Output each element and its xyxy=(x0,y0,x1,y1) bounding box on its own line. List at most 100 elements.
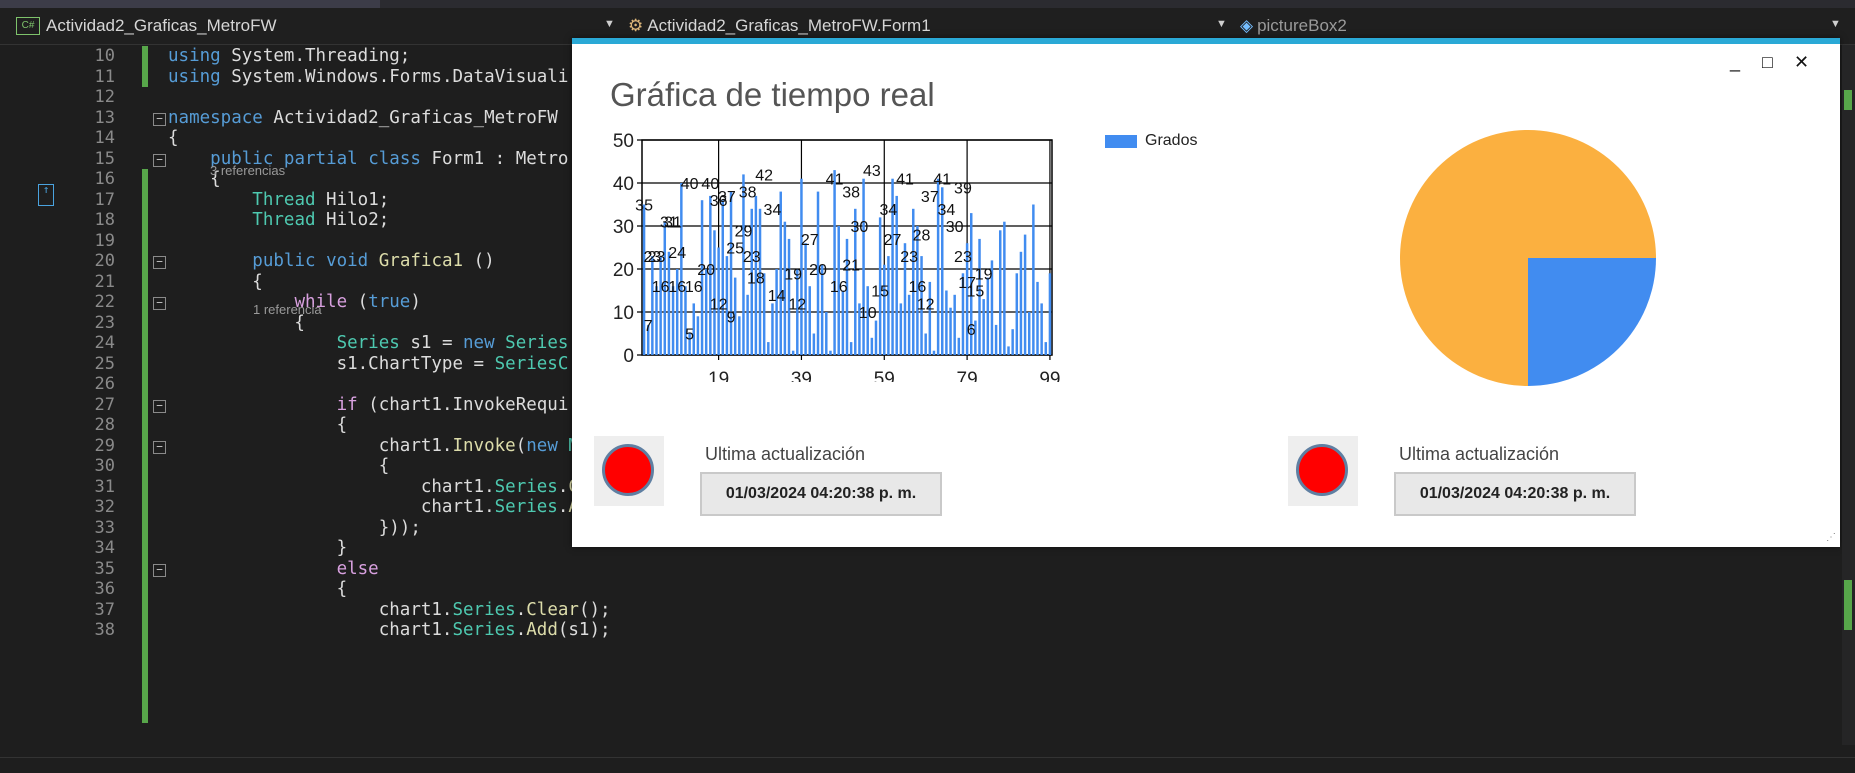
code-line[interactable]: chart1.Series.Add(s1); xyxy=(168,620,611,640)
data-label: 16 xyxy=(830,279,848,296)
x-tick-label: 79 xyxy=(957,369,978,382)
data-label: 29 xyxy=(735,223,753,240)
bar xyxy=(998,230,1002,355)
minimize-button[interactable]: _ xyxy=(1730,52,1740,73)
fold-toggle-icon[interactable]: − xyxy=(153,399,166,413)
code-line[interactable]: { xyxy=(168,272,263,292)
code-line[interactable]: using System.Windows.Forms.DataVisuali xyxy=(168,67,568,87)
last-update-value-left: 01/03/2024 04:20:38 p. m. xyxy=(700,472,942,516)
bar xyxy=(1040,303,1043,355)
code-line[interactable]: { xyxy=(168,579,348,599)
code-line[interactable]: Series s1 = new Series xyxy=(168,333,569,353)
bar xyxy=(808,286,811,355)
codelens-references[interactable]: 3 referencias xyxy=(210,163,285,178)
data-label: 10 xyxy=(859,305,877,322)
x-tick-label: 39 xyxy=(791,369,812,382)
code-line[interactable]: { xyxy=(168,415,348,435)
form1-window: Gráfica de tiempo real _ □ ✕ 0 10 20 30 40 50… xyxy=(572,38,1840,547)
close-button[interactable]: ✕ xyxy=(1794,52,1809,73)
fold-toggle-icon[interactable]: − xyxy=(153,297,166,310)
code-line[interactable]: namespace Actividad2_Graficas_MetroFW xyxy=(168,108,558,128)
maximize-button[interactable]: □ xyxy=(1762,52,1773,73)
legend-swatch xyxy=(1105,134,1137,148)
chevron-down-icon[interactable]: ▼ xyxy=(1830,18,1841,30)
fold-toggle-icon[interactable]: − xyxy=(153,256,166,269)
data-label: 38 xyxy=(739,185,757,202)
data-label: 34 xyxy=(880,202,898,219)
data-label: 9 xyxy=(727,309,736,326)
chevron-down-icon[interactable]: ▼ xyxy=(1216,18,1227,30)
line-number: 13 xyxy=(94,107,115,128)
bar xyxy=(883,264,886,355)
field-icon: ◈ xyxy=(1240,16,1254,35)
code-line[interactable]: s1.ChartType = SeriesC xyxy=(168,354,569,374)
vertical-scrollbar[interactable] xyxy=(1842,45,1855,745)
code-line[interactable]: using System.Threading; xyxy=(168,46,410,66)
line-number: 35 xyxy=(94,558,115,579)
chevron-down-icon[interactable]: ▼ xyxy=(604,18,615,30)
bar xyxy=(928,281,932,355)
y-tick-label: 30 xyxy=(613,217,634,238)
y-tick-label: 20 xyxy=(613,260,634,281)
line-number: 15 xyxy=(94,148,115,169)
line-number: 20 xyxy=(94,251,115,271)
data-label: 12 xyxy=(788,296,806,313)
bar xyxy=(982,299,985,355)
data-label: 30 xyxy=(946,219,964,236)
bar xyxy=(696,316,700,355)
data-label: 21 xyxy=(842,258,860,275)
last-update-value-right: 01/03/2024 04:20:38 p. m. xyxy=(1394,472,1636,516)
data-label: 39 xyxy=(954,180,972,197)
code-line[interactable]: } xyxy=(168,538,348,558)
bar xyxy=(845,238,849,355)
bar xyxy=(812,333,816,355)
code-line[interactable]: { xyxy=(168,456,390,476)
code-line[interactable]: if (chart1.InvokeRequi xyxy=(168,395,569,415)
fold-toggle-icon[interactable]: − xyxy=(153,112,166,126)
line-number: 18 xyxy=(94,210,115,230)
data-label: 23 xyxy=(648,249,666,266)
y-tick-label: 40 xyxy=(613,174,634,195)
class-dropdown-label: Actividad2_Graficas_MetroFW.Form1 xyxy=(647,16,931,35)
resize-grip-icon[interactable]: ⋰ xyxy=(1826,532,1836,543)
bar xyxy=(953,294,956,355)
bar xyxy=(680,183,683,355)
line-number: 14 xyxy=(94,128,115,148)
bar xyxy=(841,290,845,355)
code-line[interactable]: else xyxy=(168,559,379,579)
bar-chart: 0102030405019 39 59 79 993572323163131241640… xyxy=(613,131,1061,382)
project-dropdown[interactable]: C# Actividad2_Graficas_MetroFW xyxy=(16,8,616,44)
line-number: 28 xyxy=(94,415,115,435)
bar xyxy=(704,269,708,355)
line-number: 22 xyxy=(94,292,115,312)
data-label: 15 xyxy=(871,284,889,301)
data-label: 37 xyxy=(718,189,736,206)
data-label: 34 xyxy=(937,202,955,219)
bar xyxy=(849,342,853,355)
last-update-label-right: Ultima actualización xyxy=(1399,444,1560,464)
x-tick-label: 19 xyxy=(708,369,729,382)
fold-toggle-icon[interactable]: − xyxy=(153,153,166,167)
codelens-references[interactable]: 1 referencia xyxy=(253,302,322,317)
implementation-icon[interactable]: ↑ xyxy=(38,184,54,206)
code-line[interactable]: })); xyxy=(168,518,421,538)
scrollbar-change-marker xyxy=(1844,580,1852,630)
code-line[interactable]: Thread Hilo2; xyxy=(168,210,389,230)
data-label: 18 xyxy=(747,271,765,288)
code-line[interactable]: Thread Hilo1; xyxy=(168,190,389,210)
code-line[interactable]: public void Grafica1 () xyxy=(168,251,494,271)
data-label: 27 xyxy=(801,232,819,249)
data-label: 5 xyxy=(685,327,694,344)
line-number: 29 xyxy=(94,435,115,456)
line-number: 17 xyxy=(94,189,115,210)
code-line[interactable]: { xyxy=(168,128,179,148)
fold-toggle-icon[interactable]: − xyxy=(153,563,166,577)
line-number: 23 xyxy=(94,312,115,333)
red-light-icon xyxy=(1296,444,1348,496)
fold-toggle-icon[interactable]: − xyxy=(153,440,166,454)
tab-strip-highlight xyxy=(0,0,380,8)
status-indicator-right xyxy=(1288,436,1358,506)
data-label: 38 xyxy=(842,185,860,202)
line-number: 36 xyxy=(94,579,115,599)
code-line[interactable]: chart1.Series.Clear(); xyxy=(168,600,611,620)
